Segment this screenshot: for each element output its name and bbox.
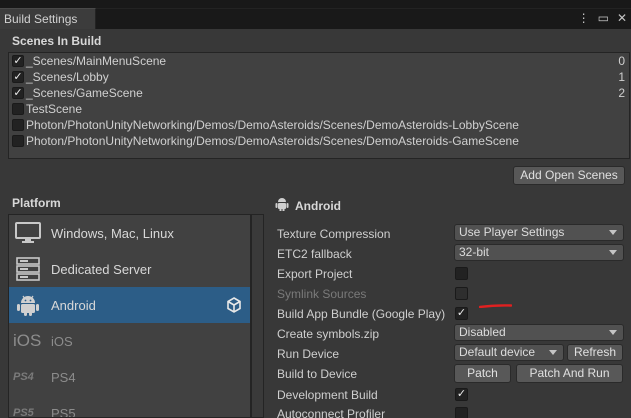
platform-item-android[interactable]: Android <box>9 287 250 323</box>
unity-icon <box>227 297 241 313</box>
dropdown-value: Disabled <box>459 325 506 339</box>
development-build-label: Development Build <box>277 388 378 402</box>
platform-label: Android <box>51 298 96 313</box>
tab-bar: Build Settings ⋮ ▭ ✕ <box>0 0 631 29</box>
build-app-bundle-label: Build App Bundle (Google Play) <box>277 307 446 321</box>
window-controls: ⋮ ▭ ✕ <box>578 11 627 25</box>
platform-item-windows[interactable]: Windows, Mac, Linux <box>9 215 250 251</box>
create-symbols-dropdown[interactable]: Disabled <box>454 324 624 341</box>
texture-compression-label: Texture Compression <box>277 227 391 241</box>
scene-index: 2 <box>618 86 625 100</box>
autoconnect-profiler-checkbox[interactable] <box>455 407 468 418</box>
scene-row[interactable]: ✓ _Scenes/GameScene 2 <box>9 85 629 101</box>
android-icon <box>17 295 39 316</box>
scene-checkbox[interactable] <box>12 103 24 115</box>
add-open-scenes-button[interactable]: Add Open Scenes <box>513 166 625 185</box>
ps5-icon: PS5 <box>13 407 34 418</box>
platform-label: Dedicated Server <box>51 262 152 277</box>
red-annotation-mark <box>479 304 512 308</box>
scene-checkbox[interactable]: ✓ <box>12 71 24 83</box>
scene-name: _Scenes/GameScene <box>26 86 143 100</box>
kebab-menu-icon[interactable]: ⋮ <box>578 11 590 25</box>
run-device-label: Run Device <box>277 347 340 361</box>
build-app-bundle-checkbox[interactable]: ✓ <box>455 307 468 320</box>
scene-index: 0 <box>618 54 625 68</box>
patch-and-run-button[interactable]: Patch And Run <box>516 364 623 383</box>
scene-name: TestScene <box>26 102 83 116</box>
scenes-in-build-header: Scenes In Build <box>12 34 102 48</box>
build-settings-window: Scenes In Build ✓ _Scenes/MainMenuScene … <box>0 29 631 418</box>
symlink-sources-label: Symlink Sources <box>277 287 367 301</box>
patch-button[interactable]: Patch <box>454 364 511 383</box>
platform-item-ios[interactable]: iOS iOS <box>9 323 250 359</box>
scene-checkbox[interactable] <box>12 135 24 147</box>
create-symbols-label: Create symbols.zip <box>277 327 380 341</box>
texture-compression-dropdown[interactable]: Use Player Settings <box>454 224 624 241</box>
run-device-dropdown[interactable]: Default device <box>454 344 564 361</box>
platform-label: PS4 <box>51 370 76 385</box>
close-icon[interactable]: ✕ <box>617 11 627 25</box>
scene-row[interactable]: ✓ _Scenes/Lobby 1 <box>9 69 629 85</box>
android-icon <box>275 198 289 211</box>
chevron-down-icon <box>609 330 617 335</box>
tab-strip-border <box>96 8 631 9</box>
platform-label: iOS <box>51 334 73 349</box>
dropdown-value: Default device <box>459 345 536 359</box>
server-icon <box>16 257 40 281</box>
etc2-fallback-dropdown[interactable]: 32-bit <box>454 244 624 261</box>
scene-index: 1 <box>618 70 625 84</box>
platform-label: PS5 <box>51 406 76 418</box>
scene-row[interactable]: TestScene <box>9 101 629 117</box>
dropdown-value: Use Player Settings <box>459 225 565 239</box>
etc2-fallback-label: ETC2 fallback <box>277 247 352 261</box>
platform-scrollbar[interactable] <box>251 214 264 418</box>
export-project-label: Export Project <box>277 267 353 281</box>
platform-item-dedicated-server[interactable]: Dedicated Server <box>9 251 250 287</box>
scene-checkbox[interactable] <box>12 119 24 131</box>
scene-name: Photon/PhotonUnityNetworking/Demos/DemoA… <box>26 118 519 132</box>
ios-icon: iOS <box>13 331 42 350</box>
platform-item-ps4[interactable]: PS4 PS4 <box>9 359 250 395</box>
maximize-icon[interactable]: ▭ <box>598 11 609 25</box>
platform-settings-title: Android <box>295 199 341 213</box>
platform-list: Windows, Mac, Linux Dedicated Server And… <box>8 214 251 418</box>
chevron-down-icon <box>609 230 617 235</box>
refresh-button[interactable]: Refresh <box>567 344 623 361</box>
scene-name: _Scenes/Lobby <box>26 70 109 84</box>
scene-row[interactable]: Photon/PhotonUnityNetworking/Demos/DemoA… <box>9 117 629 133</box>
autoconnect-profiler-label: Autoconnect Profiler <box>277 407 386 418</box>
chevron-down-icon <box>609 250 617 255</box>
symlink-sources-checkbox <box>455 287 468 300</box>
chevron-down-icon <box>549 350 557 355</box>
scene-name: _Scenes/MainMenuScene <box>26 54 167 68</box>
build-to-device-label: Build to Device <box>277 367 358 381</box>
dropdown-value: 32-bit <box>459 245 490 259</box>
scene-row[interactable]: ✓ _Scenes/MainMenuScene 0 <box>9 53 629 69</box>
platform-label: Windows, Mac, Linux <box>51 226 174 241</box>
scene-checkbox[interactable]: ✓ <box>12 55 24 67</box>
export-project-checkbox[interactable] <box>455 267 468 280</box>
platform-header: Platform <box>12 196 61 210</box>
scenes-list: ✓ _Scenes/MainMenuScene 0 ✓ _Scenes/Lobb… <box>8 52 630 159</box>
monitor-icon <box>15 222 41 243</box>
development-build-checkbox[interactable]: ✓ <box>455 388 468 401</box>
build-settings-tab[interactable]: Build Settings <box>0 8 96 29</box>
scene-checkbox[interactable]: ✓ <box>12 87 24 99</box>
scene-row[interactable]: Photon/PhotonUnityNetworking/Demos/DemoA… <box>9 133 629 149</box>
scene-name: Photon/PhotonUnityNetworking/Demos/DemoA… <box>26 134 519 148</box>
ps4-icon: PS4 <box>13 371 34 383</box>
platform-item-ps5[interactable]: PS5 PS5 <box>9 395 250 418</box>
